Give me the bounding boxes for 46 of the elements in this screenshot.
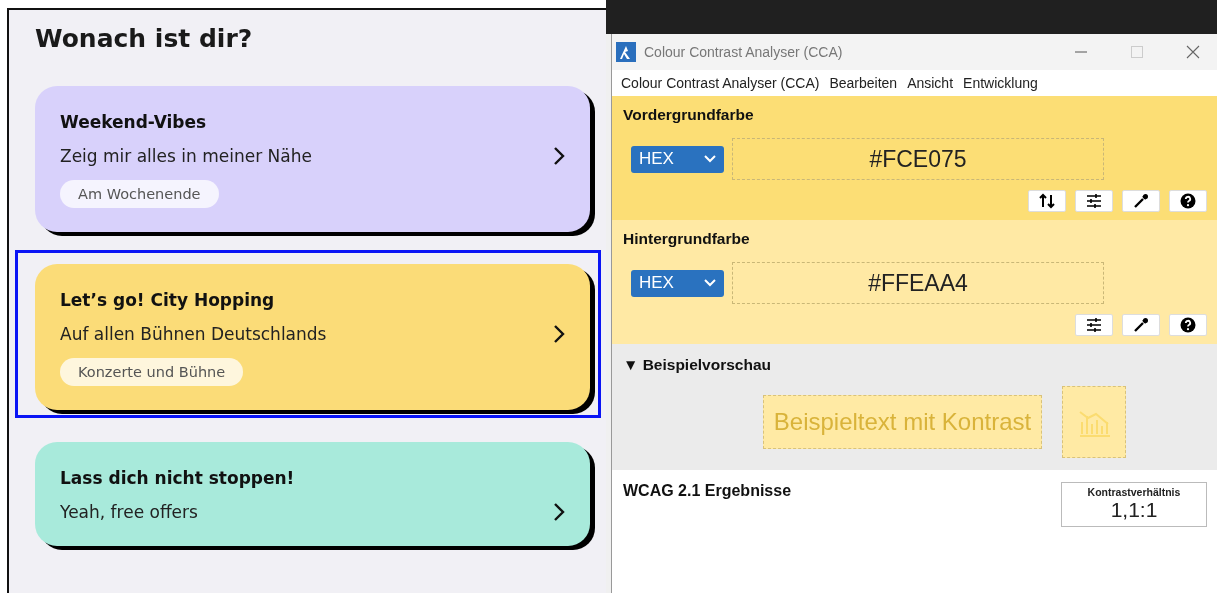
category-tag: Am Wochenende	[60, 180, 219, 208]
help-icon	[1180, 193, 1196, 209]
menu-item[interactable]: Entwicklung	[963, 75, 1038, 91]
eyedropper-icon	[1133, 317, 1149, 333]
color-value-field[interactable]: #FFEAA4	[732, 262, 1104, 304]
chevron-right-icon	[552, 324, 566, 344]
menu-item[interactable]: Bearbeiten	[829, 75, 898, 91]
tool-button[interactable]	[1075, 314, 1113, 336]
window-title: Colour Contrast Analyser (CCA)	[644, 44, 844, 60]
tool-button[interactable]	[1169, 314, 1207, 336]
card-subtitle: Auf allen Bühnen Deutschlands	[60, 324, 328, 344]
card-title: Let’s go! City Hopping	[60, 290, 276, 310]
ratio-label: Kontrastverhältnis	[1087, 486, 1181, 498]
menu-item[interactable]: Colour Contrast Analyser (CCA)	[621, 75, 820, 91]
card-subtitle: Yeah, free offers	[60, 502, 199, 522]
section-heading: Vordergrundfarbe	[623, 106, 754, 124]
color-value-field[interactable]: #FCE075	[732, 138, 1104, 180]
card-title: Weekend-Vibes	[60, 112, 208, 132]
card-title: Lass dich nicht stoppen!	[60, 468, 296, 488]
category-tag: Konzerte und Bühne	[60, 358, 244, 386]
close-icon[interactable]	[1186, 45, 1200, 59]
format-dropdown[interactable]: HEX	[631, 145, 724, 173]
sliders-icon	[1086, 317, 1102, 333]
chevron-down-icon	[704, 155, 716, 163]
tool-button[interactable]	[1075, 190, 1113, 212]
menu-item[interactable]: Ansicht	[907, 75, 954, 91]
chevron-down-icon	[704, 279, 716, 287]
sliders-icon	[1086, 193, 1102, 209]
tool-button[interactable]	[1122, 190, 1160, 212]
swap-icon	[1039, 193, 1055, 209]
tool-button[interactable]	[1169, 190, 1207, 212]
preview-toggle[interactable]: ▼ Beispielvorschau	[623, 356, 771, 374]
card-subtitle: Zeig mir alles in meiner Nähe	[60, 146, 313, 166]
eyedropper-icon	[1133, 193, 1149, 209]
ratio-value: 1,1:1	[1110, 498, 1158, 522]
sample-text: Beispieltext mit Kontrast	[762, 395, 1043, 449]
app-logo-icon	[616, 42, 636, 62]
section-heading: Hintergrundfarbe	[623, 230, 750, 248]
chevron-right-icon	[552, 502, 566, 522]
help-icon	[1180, 317, 1196, 333]
tool-button[interactable]	[1122, 314, 1160, 336]
tool-button[interactable]	[1028, 190, 1066, 212]
page-heading: Wonach ist dir?	[35, 24, 253, 53]
results-heading: WCAG 2.1 Ergebnisse	[623, 482, 792, 500]
format-dropdown[interactable]: HEX	[631, 269, 724, 297]
chevron-right-icon	[552, 146, 566, 166]
